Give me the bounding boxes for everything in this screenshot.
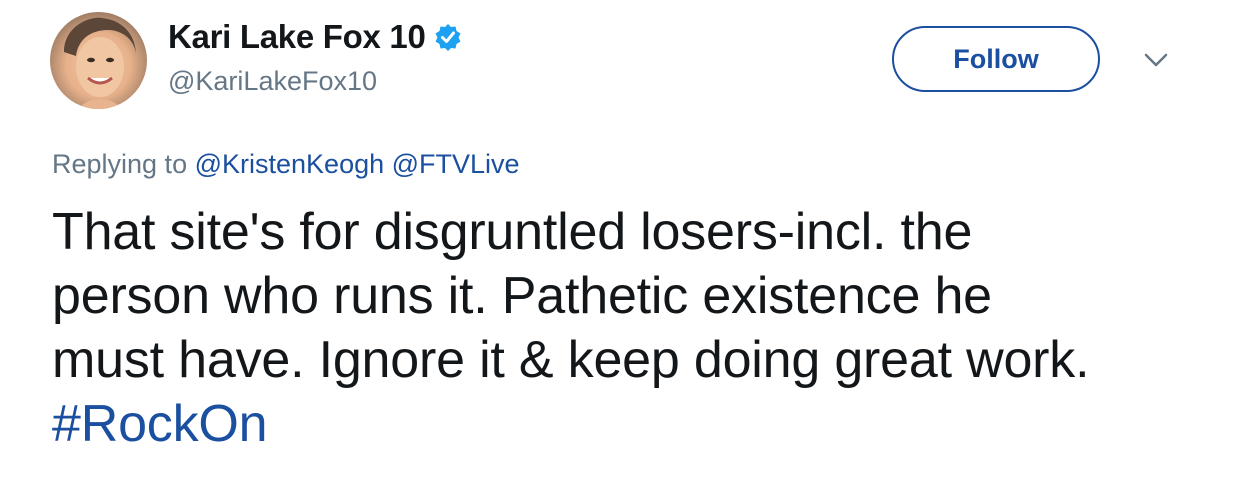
avatar-portrait [64, 17, 136, 109]
tweet-text: That site's for disgruntled losers-incl.… [52, 200, 1222, 456]
display-name[interactable]: Kari Lake Fox 10 [168, 18, 426, 56]
follow-button[interactable]: Follow [892, 26, 1100, 92]
tweet-text-line: must have. Ignore it & keep doing great … [52, 331, 1090, 389]
tweet-text-line: person who runs it. Pathetic existence h… [52, 267, 992, 325]
user-handle[interactable]: @KariLakeFox10 [168, 66, 377, 97]
chevron-down-icon[interactable] [1142, 50, 1170, 70]
reply-context: Replying to @KristenKeogh @FTVLive [52, 149, 520, 180]
mention-link[interactable]: @FTVLive [392, 149, 520, 179]
mention-link[interactable]: @KristenKeogh [195, 149, 385, 179]
hashtag-link[interactable]: #RockOn [52, 392, 1222, 456]
display-name-row: Kari Lake Fox 10 [168, 18, 462, 56]
tweet-text-line: That site's for disgruntled losers-incl.… [52, 203, 973, 261]
verified-badge-icon [434, 23, 462, 51]
reply-prefix: Replying to [52, 149, 188, 179]
avatar[interactable] [50, 12, 147, 109]
